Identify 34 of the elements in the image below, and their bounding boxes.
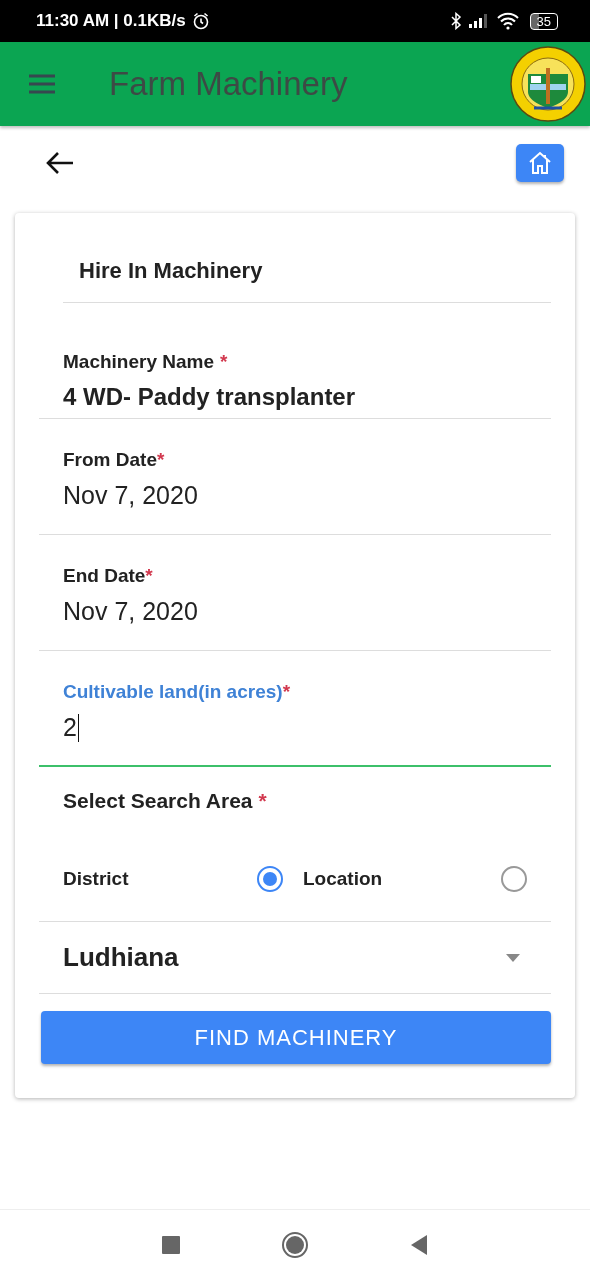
- field-value: Nov 7, 2020: [63, 597, 199, 626]
- form-field[interactable]: Machinery Name * 4 WD- Paddy transplanter: [39, 303, 551, 419]
- section-label: Select Search Area *: [62, 788, 268, 814]
- radio-option[interactable]: District: [39, 866, 295, 892]
- form-field[interactable]: From Date* Nov 7, 2020: [39, 419, 551, 535]
- find-machinery-button[interactable]: FIND MACHINERY: [41, 1011, 551, 1064]
- field-value: 2: [63, 713, 551, 742]
- home-icon: [527, 151, 553, 175]
- form-field[interactable]: End Date* Nov 7, 2020: [39, 535, 551, 651]
- signal-icon: [467, 13, 490, 29]
- field-label: End Date*: [63, 565, 154, 587]
- wifi-icon: [495, 12, 520, 30]
- district-dropdown[interactable]: Ludhiana: [39, 922, 551, 994]
- field-value: 4 WD- Paddy transplanter: [63, 383, 357, 411]
- status-text: 11:30 AM | 0.1KB/s: [36, 11, 186, 31]
- form-title: Hire In Machinery: [78, 257, 264, 285]
- radio-option[interactable]: Location: [295, 866, 551, 892]
- home-button[interactable]: [516, 144, 564, 182]
- back-icon[interactable]: [409, 1234, 429, 1256]
- dropdown-caret-icon: [505, 952, 521, 963]
- field-label: From Date*: [63, 449, 166, 471]
- home-circle-icon[interactable]: [281, 1231, 309, 1259]
- menu-icon[interactable]: [28, 73, 56, 95]
- battery-indicator: 35: [529, 12, 558, 30]
- recents-icon[interactable]: [161, 1235, 181, 1255]
- bluetooth-icon: [449, 12, 462, 30]
- form-field[interactable]: Cultivable land(in acres)* 2: [39, 651, 551, 767]
- back-arrow-icon[interactable]: [45, 151, 75, 175]
- app-title: Farm Machinery: [109, 65, 349, 103]
- emblem-icon: [510, 46, 586, 122]
- field-value: Nov 7, 2020: [63, 481, 199, 510]
- field-label: Machinery Name *: [63, 351, 229, 373]
- field-label: Cultivable land(in acres)*: [63, 681, 292, 703]
- alarm-icon: [191, 12, 210, 30]
